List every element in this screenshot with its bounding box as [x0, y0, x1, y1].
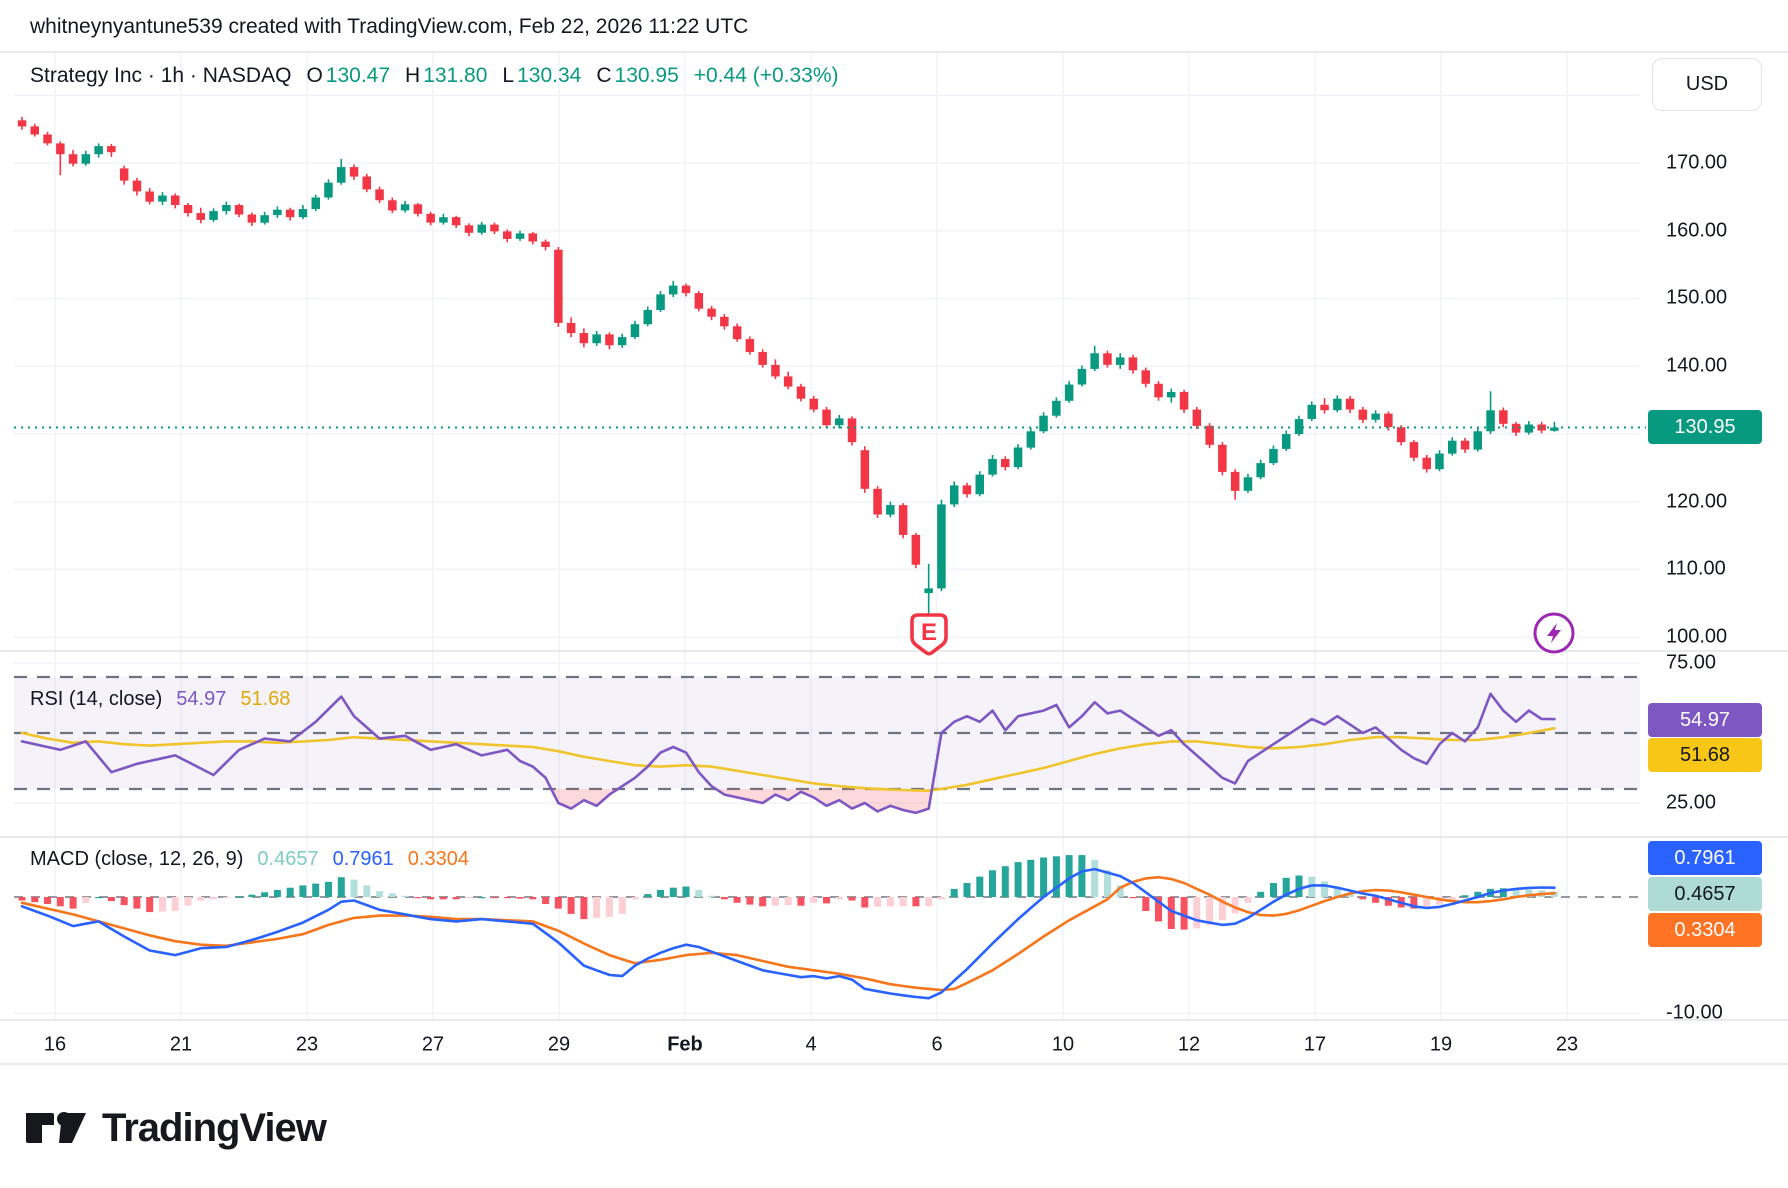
ohlc-high: H131.80: [405, 64, 487, 88]
time-tick-label: 19: [1430, 1034, 1452, 1057]
price-tick-label: 170.00: [1666, 152, 1727, 175]
rsi-ma-line-value: 51.68: [240, 688, 290, 711]
macd-signal-value-badge: 0.3304: [1648, 913, 1762, 947]
tradingview-logo-icon: [24, 1107, 88, 1151]
macd-histogram-value-badge: 0.4657: [1648, 877, 1762, 911]
flash-marker-icon[interactable]: [1535, 614, 1573, 652]
macd-line-value: 0.7961: [333, 848, 394, 871]
ohlc-close: C130.95: [596, 64, 678, 88]
macd-tick-label: -10.00: [1666, 1002, 1723, 1025]
macd-histogram-value: 0.4657: [257, 848, 318, 871]
rsi-title: RSI (14, close): [30, 688, 162, 711]
rsi-tick-label: 25.00: [1666, 792, 1716, 815]
time-tick-label: 6: [931, 1034, 942, 1057]
currency-button[interactable]: USD: [1652, 58, 1762, 111]
time-tick-label: Feb: [667, 1034, 703, 1057]
symbol-legend[interactable]: Strategy Inc · 1h · NASDAQ O130.47 H131.…: [30, 61, 839, 91]
price-tick-label: 150.00: [1666, 287, 1727, 310]
price-chart-canvas[interactable]: E: [0, 0, 1788, 1188]
macd-title: MACD (close, 12, 26, 9): [30, 848, 243, 871]
rsi-ma-value-badge: 51.68: [1648, 738, 1762, 772]
time-tick-label: 10: [1052, 1034, 1074, 1057]
earnings-marker-icon[interactable]: E: [912, 615, 946, 654]
ohlc-open: O130.47: [306, 64, 390, 88]
time-tick-label: 23: [1556, 1034, 1578, 1057]
rsi-line-value: 54.97: [176, 688, 226, 711]
change-value: +0.44 (+0.33%): [694, 64, 839, 88]
ohlc-low: L130.34: [502, 64, 581, 88]
time-tick-label: 16: [44, 1034, 66, 1057]
macd-signal-value: 0.3304: [408, 848, 469, 871]
time-tick-label: 23: [296, 1034, 318, 1057]
price-tick-label: 160.00: [1666, 219, 1727, 242]
tradingview-logo-text: TradingView: [102, 1106, 326, 1151]
symbol-title: Strategy Inc · 1h · NASDAQ: [30, 64, 291, 88]
price-tick-label: 140.00: [1666, 355, 1727, 378]
time-tick-label: 27: [422, 1034, 444, 1057]
rsi-value-badge: 54.97: [1648, 703, 1762, 737]
time-tick-label: 21: [170, 1034, 192, 1057]
svg-text:E: E: [921, 619, 937, 646]
rsi-legend[interactable]: RSI (14, close) 54.97 51.68: [30, 688, 290, 711]
last-price-badge: 130.95: [1648, 410, 1762, 444]
time-tick-label: 17: [1304, 1034, 1326, 1057]
price-tick-label: 110.00: [1666, 558, 1726, 581]
time-tick-label: 29: [548, 1034, 570, 1057]
tradingview-logo[interactable]: TradingView: [24, 1106, 326, 1151]
time-tick-label: 4: [805, 1034, 816, 1057]
time-tick-label: 12: [1178, 1034, 1200, 1057]
rsi-tick-label: 75.00: [1666, 652, 1716, 675]
macd-legend[interactable]: MACD (close, 12, 26, 9) 0.4657 0.7961 0.…: [30, 848, 469, 871]
price-tick-label: 100.00: [1666, 626, 1727, 649]
price-tick-label: 120.00: [1666, 490, 1727, 513]
macd-value-badge: 0.7961: [1648, 841, 1762, 875]
